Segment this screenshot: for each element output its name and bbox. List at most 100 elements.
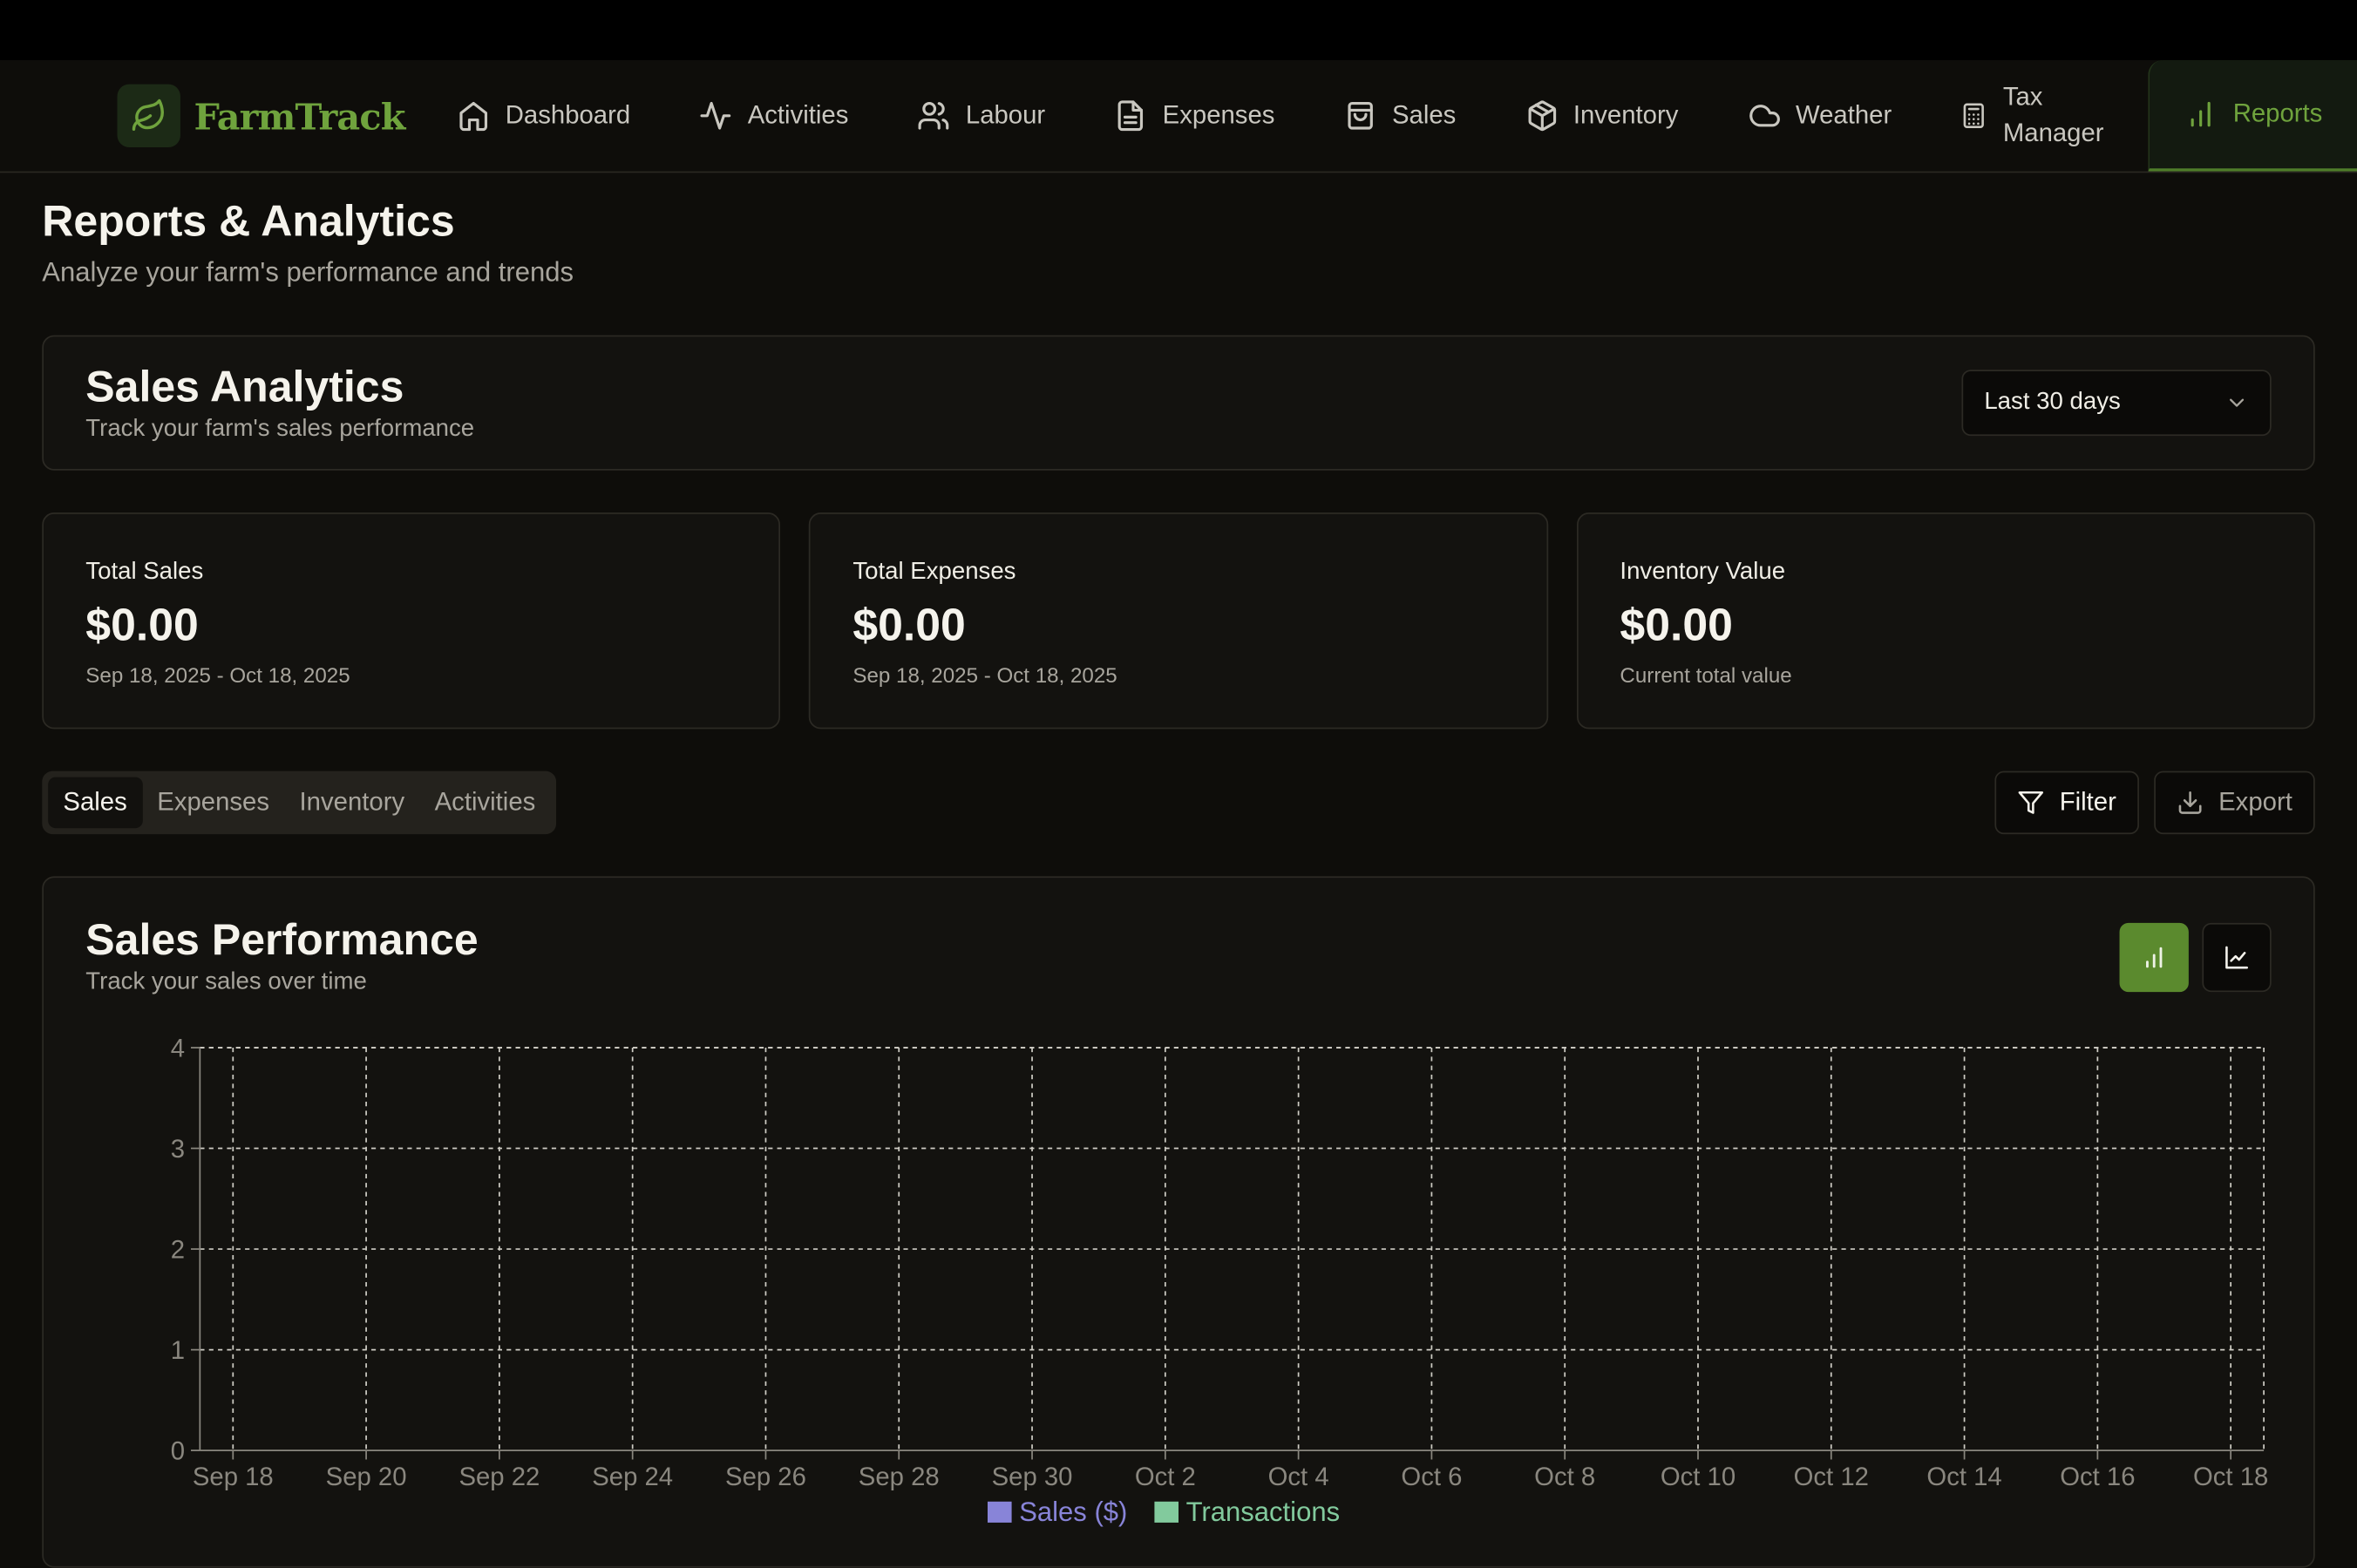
nav-item-weather[interactable]: Weather	[1713, 60, 1926, 172]
chart-view-toggle	[2119, 922, 2272, 997]
stat-value: $0.00	[852, 601, 966, 651]
page-title: Reports & Analytics	[42, 198, 455, 247]
sales-chart: 0 1 2 3 4 Sep 18 Sep 20 Sep 22 Sep 24 Sep 26 Sep 2…	[171, 1034, 2268, 1527]
legend-label: Sales ($)	[1019, 1497, 1127, 1527]
report-tabs: Sales Expenses Inventory Activities	[42, 770, 557, 835]
calculator-icon	[1964, 103, 1985, 129]
x-tick-label: Oct 16	[2060, 1463, 2135, 1491]
x-tick-label: Oct 4	[1268, 1463, 1329, 1491]
x-tick-label: Sep 18	[193, 1463, 274, 1491]
stat-label: Inventory Value	[1620, 559, 1786, 585]
bar-chart-icon	[2191, 100, 2211, 126]
leaf-icon	[117, 84, 180, 148]
shopping-bag-icon	[1348, 101, 1373, 130]
nav-item-labour[interactable]: Labour	[883, 60, 1080, 172]
tab-inventory[interactable]: Inventory	[284, 777, 419, 829]
tab-expenses[interactable]: Expenses	[142, 777, 284, 829]
y-tick-label: 3	[171, 1135, 185, 1164]
stat-label: Total Sales	[85, 559, 204, 585]
legend-swatch	[1154, 1501, 1179, 1523]
tab-sales[interactable]: Sales	[48, 777, 143, 829]
x-tick-label: Oct 14	[1926, 1463, 2001, 1491]
nav-label: Activities	[747, 100, 849, 130]
date-range-value: Last 30 days	[1984, 389, 2121, 415]
browser-top-strip	[0, 0, 2357, 60]
x-tick-label: Oct 8	[1534, 1463, 1595, 1491]
activity-icon	[701, 101, 731, 130]
nav-label: Expenses	[1162, 100, 1275, 130]
stat-card-inventory-value: Inventory Value $0.00 Current total valu…	[1576, 512, 2315, 730]
bar-view-button[interactable]	[2119, 922, 2189, 993]
download-icon	[2178, 791, 2202, 814]
stat-note: Current total value	[1620, 662, 1792, 688]
x-tick-label: Sep 26	[725, 1463, 806, 1491]
x-tick-label: Oct 10	[1661, 1463, 1735, 1491]
y-tick-label: 0	[171, 1436, 185, 1465]
x-tick-label: Oct 12	[1794, 1463, 1869, 1491]
x-tick-label: Oct 2	[1135, 1463, 1196, 1491]
legend-label: Transactions	[1186, 1497, 1341, 1527]
y-tick-label: 1	[171, 1336, 185, 1365]
stat-value: $0.00	[85, 601, 199, 651]
brand-name: FarmTrack	[194, 93, 405, 138]
cloud-icon	[1749, 105, 1780, 127]
file-icon	[1118, 100, 1144, 132]
nav-label: Weather	[1795, 100, 1892, 130]
x-tick-label: Sep 20	[326, 1463, 407, 1491]
nav-item-dashboard[interactable]: Dashboard	[423, 60, 665, 172]
nav-item-tax-manager[interactable]: Tax Manager	[1926, 60, 2149, 172]
export-button[interactable]: Export	[2153, 770, 2315, 835]
stats-row: Total Sales $0.00 Sep 18, 2025 - Oct 18,…	[42, 512, 2315, 730]
report-toolbar: Sales Expenses Inventory Activities Filt…	[42, 770, 2315, 835]
date-range-select[interactable]: Last 30 days	[1961, 370, 2272, 437]
chart-panel-subtitle: Track your sales over time	[85, 969, 367, 995]
nav-label: Tax Manager	[2002, 82, 2104, 148]
stat-label: Total Expenses	[852, 559, 1016, 585]
sales-performance-card: Sales Performance Track your sales over …	[42, 876, 2315, 1568]
y-tick-label: 2	[171, 1235, 185, 1264]
stat-note: Sep 18, 2025 - Oct 18, 2025	[85, 662, 350, 688]
package-icon	[1527, 100, 1556, 132]
x-tick-label: Sep 24	[592, 1463, 673, 1491]
page-subtitle: Analyze your farm's performance and tren…	[42, 256, 574, 288]
report-actions: Filter Export	[1994, 770, 2315, 835]
users-icon	[919, 101, 950, 130]
line-chart-icon	[2225, 946, 2248, 969]
line-view-button[interactable]	[2202, 922, 2272, 993]
stat-card-total-expenses: Total Expenses $0.00 Sep 18, 2025 - Oct …	[809, 512, 1548, 730]
home-icon	[459, 101, 488, 132]
x-tick-label: Sep 30	[992, 1463, 1073, 1491]
filter-label: Filter	[2059, 787, 2116, 817]
nav-item-activities[interactable]: Activities	[665, 60, 883, 172]
legend-swatch	[987, 1501, 1012, 1523]
nav-label: Sales	[1391, 100, 1457, 130]
stat-note: Sep 18, 2025 - Oct 18, 2025	[852, 662, 1117, 688]
analytics-title: Sales Analytics	[85, 363, 404, 411]
nav-item-reports[interactable]: Reports	[2149, 59, 2357, 171]
export-label: Export	[2218, 787, 2292, 817]
x-tick-label: Sep 22	[458, 1463, 540, 1491]
nav-item-inventory[interactable]: Inventory	[1491, 60, 1713, 172]
sales-analytics-card: Sales Analytics Track your farm's sales …	[42, 335, 2315, 471]
chart-panel-title: Sales Performance	[85, 916, 479, 966]
nav-item-expenses[interactable]: Expenses	[1080, 60, 1309, 172]
filter-button[interactable]: Filter	[1994, 770, 2139, 835]
x-tick-label: Oct 6	[1401, 1463, 1462, 1491]
tab-activities[interactable]: Activities	[419, 777, 550, 829]
nav-label: Inventory	[1572, 100, 1679, 130]
x-tick-label: Sep 28	[859, 1463, 940, 1491]
y-tick-label: 4	[171, 1034, 185, 1062]
nav-label: Dashboard	[505, 100, 631, 130]
brand[interactable]: FarmTrack	[117, 84, 423, 148]
page-content: Reports & Analytics Analyze your farm's …	[0, 199, 2357, 1568]
chevron-down-icon	[2230, 398, 2245, 407]
nav-label: Labour	[965, 100, 1046, 130]
filter-icon	[2018, 791, 2044, 814]
x-tick-label: Oct 18	[2193, 1463, 2268, 1491]
analytics-subtitle: Track your farm's sales performance	[85, 415, 475, 442]
top-nav: FarmTrack Dashboard Activities Labour Ex…	[0, 59, 2357, 173]
app-root: FarmTrack Dashboard Activities Labour Ex…	[0, 0, 2357, 1568]
nav-item-sales[interactable]: Sales	[1309, 60, 1491, 172]
stat-card-total-sales: Total Sales $0.00 Sep 18, 2025 - Oct 18,…	[42, 512, 781, 730]
stat-value: $0.00	[1620, 601, 1733, 651]
